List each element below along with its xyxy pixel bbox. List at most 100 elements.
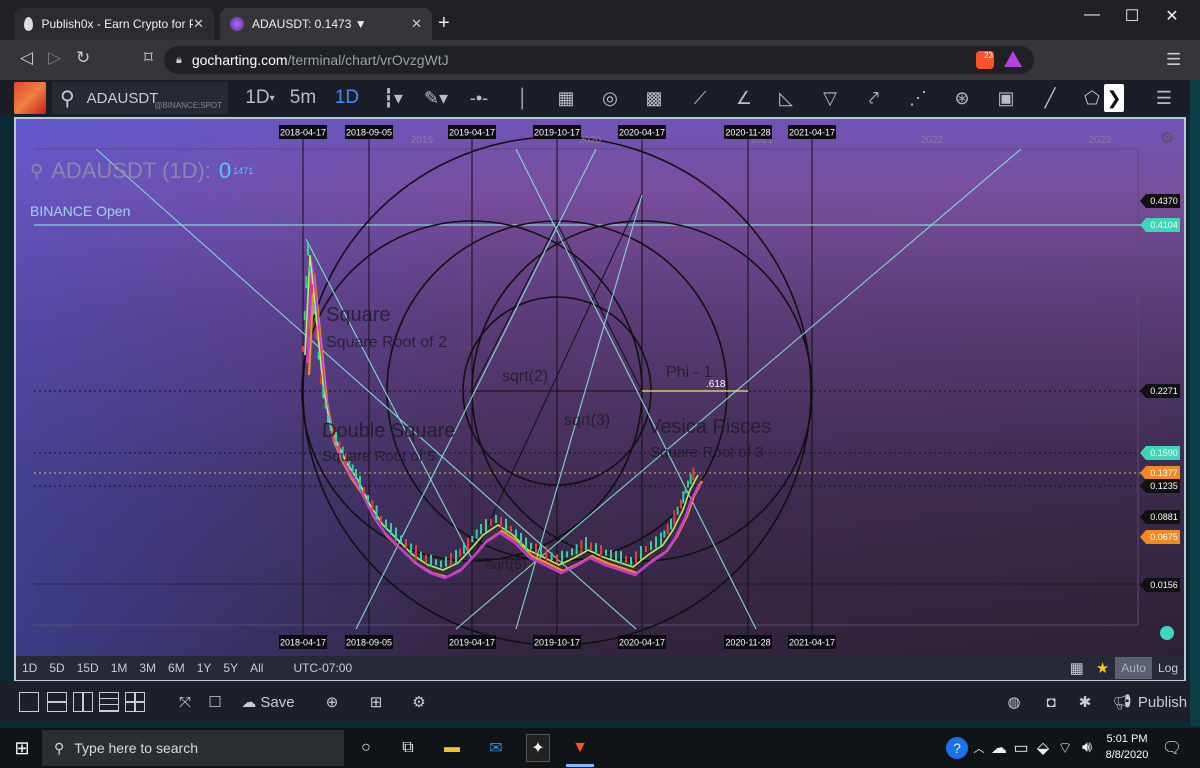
forward-icon[interactable]: ▷ <box>48 48 61 68</box>
pitchfork-icon[interactable]: ⤤ <box>860 84 888 112</box>
range-1m[interactable]: 1M <box>111 661 128 675</box>
layout-single-icon[interactable] <box>18 688 40 716</box>
taskbar-clock[interactable]: 5:01 PM 8/8/2020 <box>1102 731 1152 763</box>
minimize-button[interactable]: — <box>1072 6 1112 24</box>
back-icon[interactable]: ◁ <box>20 48 33 68</box>
log-scale-button[interactable]: Log <box>1158 661 1178 675</box>
range-all[interactable]: All <box>250 661 263 675</box>
price-label: 0.4370 <box>1150 196 1178 206</box>
fib-fan-icon[interactable]: ◺ <box>772 84 800 112</box>
target-icon[interactable]: ◎ <box>596 84 624 112</box>
cloud-icon[interactable]: ☁ <box>990 734 1008 762</box>
tab-adausdt[interactable]: ADAUSDT: 0.1473 ▼ ✕ <box>220 8 432 40</box>
range-15d[interactable]: 15D <box>77 661 99 675</box>
brave-browser-icon[interactable]: ▼ <box>568 734 592 762</box>
image-icon[interactable]: ▣ <box>992 84 1020 112</box>
interval-dropdown[interactable]: 1D ▾ <box>240 84 280 112</box>
pencil-icon[interactable]: ✎▾ <box>418 84 454 112</box>
file-explorer-icon[interactable]: ▬ <box>440 734 464 762</box>
range-3m[interactable]: 3M <box>139 661 156 675</box>
taskbar-search-field[interactable]: ⚲ Type here to search <box>42 730 344 766</box>
reload-icon[interactable]: ↻ <box>76 48 90 68</box>
help-icon[interactable]: ? <box>946 737 968 759</box>
chart-svg[interactable]: 2019 2020 2021 2022 20232018-04-172018-04-17… <box>16 119 1184 679</box>
candle <box>575 544 578 555</box>
wifi-icon[interactable]: ⌔ <box>1056 734 1074 762</box>
avatar[interactable] <box>14 82 46 114</box>
angle-icon[interactable]: ∠ <box>730 84 758 112</box>
range-1d[interactable]: 1D <box>22 661 37 675</box>
tab-title: ADAUSDT: 0.1473 ▼ <box>252 17 367 31</box>
help-lifebuoy-icon[interactable]: ◍ <box>1002 688 1026 716</box>
fullscreen-icon[interactable]: ⤧ <box>174 688 196 716</box>
windows-start-icon[interactable]: ⊞ <box>10 734 34 762</box>
add-chart-icon[interactable]: ⊞ <box>364 688 388 716</box>
candlestick-icon[interactable]: ┇▾ <box>376 84 410 112</box>
gann-box-icon[interactable]: ▩ <box>640 84 668 112</box>
grid-icon[interactable]: ▦ <box>552 84 580 112</box>
tab-publish0x[interactable]: Publish0x - Earn Crypto for Publish ✕ <box>14 8 214 40</box>
cortana-icon[interactable]: ○ <box>356 734 376 762</box>
candle <box>635 551 637 563</box>
filter-icon[interactable]: ▽ <box>816 84 844 112</box>
new-tab-button[interactable]: + <box>438 12 450 35</box>
layout-three-rows-icon[interactable] <box>98 688 120 716</box>
price-label: 0.1590 <box>1150 448 1178 458</box>
candle <box>630 557 632 565</box>
add-indicator-icon[interactable]: ⊕ <box>320 688 344 716</box>
brave-rewards-icon[interactable] <box>1004 51 1022 67</box>
interval-1d[interactable]: 1D <box>330 84 364 112</box>
grid-toggle-icon[interactable]: ▦ <box>1070 659 1084 677</box>
discord-icon[interactable]: ◘ <box>1040 688 1062 716</box>
close-tab-icon[interactable]: ✕ <box>193 16 204 32</box>
range-6m[interactable]: 6M <box>168 661 185 675</box>
layout-four-grid-icon[interactable] <box>124 688 146 716</box>
chevron-up-icon[interactable]: ︿ <box>972 734 986 762</box>
maximize-button[interactable]: ☐ <box>1112 6 1152 26</box>
app-icon[interactable]: ✦ <box>526 734 550 762</box>
mail-icon[interactable]: ✉ <box>484 734 508 762</box>
candle <box>450 552 452 566</box>
horizontal-line-icon[interactable]: -•- <box>466 84 492 112</box>
candle <box>395 527 397 541</box>
publish-button[interactable]: 📢︎ Publish <box>1110 688 1190 716</box>
settings-icon[interactable]: ⚙ <box>408 688 430 716</box>
timezone-label[interactable]: UTC-07:00 <box>293 661 352 675</box>
line-icon[interactable]: ╱ <box>1036 84 1064 112</box>
battery-icon[interactable]: ▭ <box>1012 734 1030 762</box>
url-field[interactable]: 🔒︎ gocharting.com /terminal/chart/vrOvzg… <box>164 46 1034 74</box>
settings-gear-icon[interactable]: ⚙ <box>1160 128 1174 148</box>
square-tool-icon[interactable]: ☐ <box>204 688 226 716</box>
auto-scale-button[interactable]: Auto <box>1115 657 1152 679</box>
layout-two-horizontal-icon[interactable] <box>46 688 68 716</box>
volume-icon[interactable]: 🔊︎ <box>1078 734 1096 762</box>
interval-5m[interactable]: 5m <box>286 84 320 112</box>
notifications-icon[interactable]: 🗨︎ <box>1160 734 1184 762</box>
browser-menu-icon[interactable]: ☰ <box>1166 50 1181 70</box>
chevron-right-icon[interactable]: ❯ <box>1104 84 1124 112</box>
ray-fan-icon[interactable]: ⋰ <box>904 84 932 112</box>
task-view-icon[interactable]: ⧉ <box>396 734 420 762</box>
symbol-search[interactable]: ⚲ ADAUSDT @BINANCE:SPOT <box>52 82 228 114</box>
vertical-line-icon[interactable]: │ <box>510 84 536 112</box>
save-button[interactable]: ☁ Save <box>238 688 298 716</box>
teal-diagonal-line <box>305 238 473 560</box>
compass-icon[interactable]: ⊛ <box>948 84 976 112</box>
range-1y[interactable]: 1Y <box>197 661 212 675</box>
close-tab-icon[interactable]: ✕ <box>411 16 422 32</box>
range-5y[interactable]: 5Y <box>223 661 238 675</box>
candle <box>556 554 558 564</box>
bug-icon[interactable]: ✱ <box>1074 688 1096 716</box>
layout-two-vertical-icon[interactable] <box>72 688 94 716</box>
menu-icon[interactable]: ☰ <box>1150 84 1178 112</box>
brave-shields-icon[interactable]: 23 <box>976 51 994 69</box>
chart-canvas[interactable]: 2019 2020 2021 2022 2023 2018-04-17 2018-04-17… <box>14 117 1186 681</box>
bookmark-icon[interactable]: ⌑ <box>144 48 153 68</box>
range-5d[interactable]: 5D <box>49 661 64 675</box>
close-window-button[interactable]: ✕ <box>1152 6 1192 26</box>
polygon-icon[interactable]: ⬠ <box>1078 84 1106 112</box>
star-icon[interactable]: ★ <box>1096 659 1109 677</box>
live-indicator-dot[interactable] <box>1160 626 1174 640</box>
trend-line-icon[interactable]: ⟋ <box>686 84 714 112</box>
dropbox-icon[interactable]: ⬙ <box>1034 734 1052 762</box>
